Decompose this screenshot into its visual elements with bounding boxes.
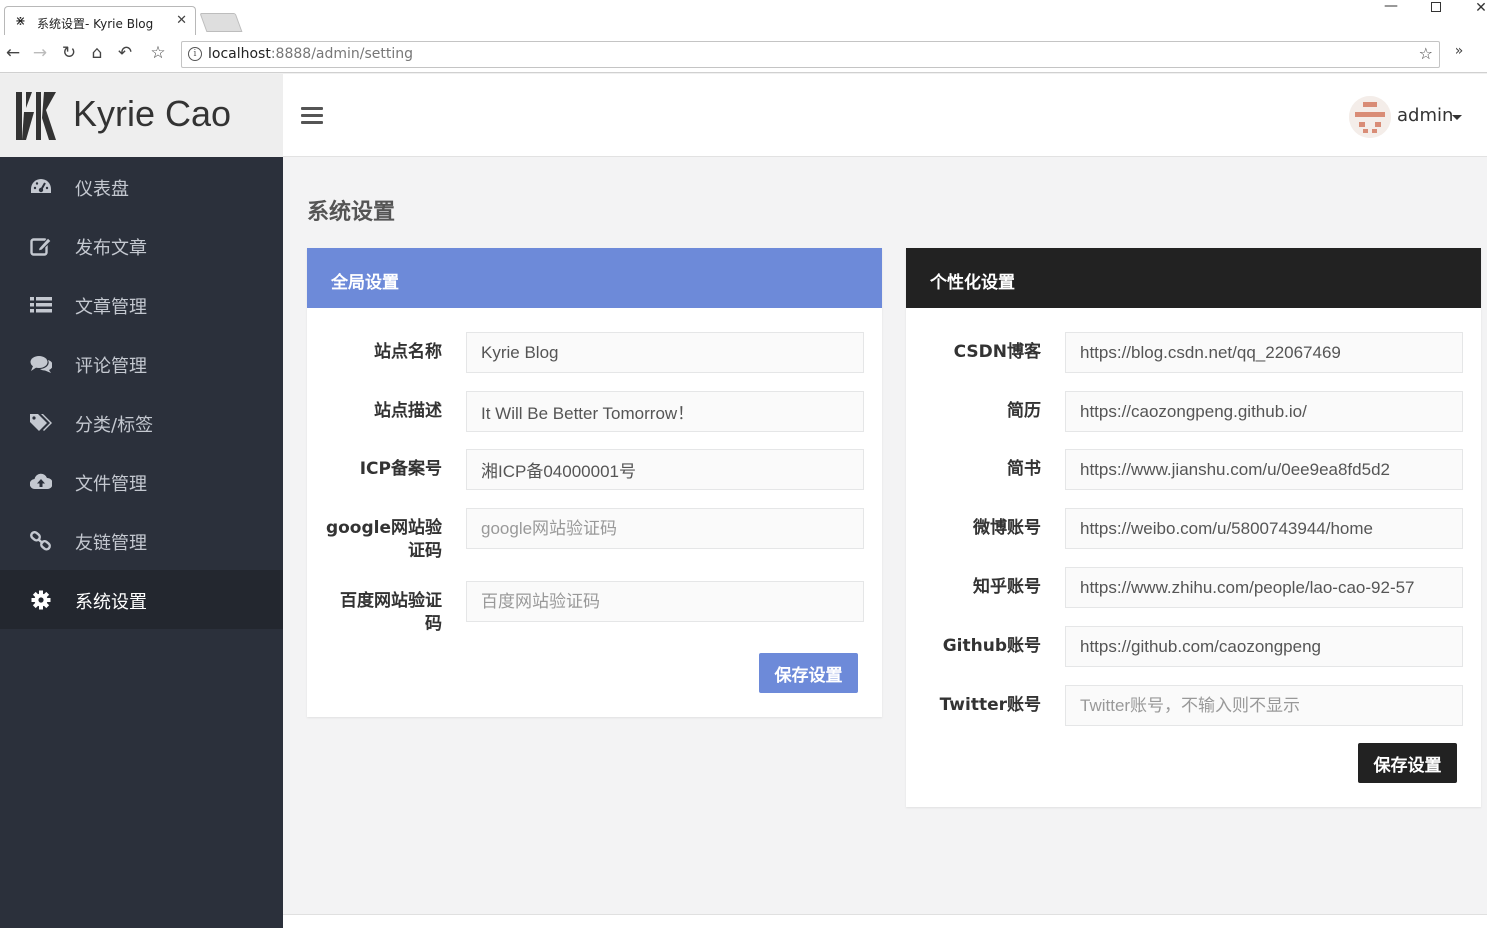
brand-name: Kyrie Cao	[73, 93, 232, 134]
bookmark-page-star-icon[interactable]: ☆	[1419, 44, 1433, 63]
main-content: admin 系统设置 全局设置 站点名称 站点描述 ICP备案号	[283, 74, 1487, 928]
forward-arrow-icon[interactable]: →	[28, 42, 52, 64]
resume-label: 简历	[1007, 401, 1041, 421]
google-verify-label-line2: 证码	[408, 541, 442, 561]
weibo-input[interactable]	[1065, 508, 1463, 549]
list-icon	[30, 297, 52, 313]
jianshu-input[interactable]	[1065, 449, 1463, 490]
site-name-input[interactable]	[466, 332, 864, 373]
tab-title: 系统设置- Kyrie Blog	[37, 17, 154, 31]
resume-input[interactable]	[1065, 391, 1463, 432]
brand[interactable]: Kyrie Cao	[0, 74, 283, 157]
sidebar-menu: 仪表盘 发布文章 文章管理 评论管理 分类/标签 文件管理 友链管理 系统设置	[0, 157, 283, 629]
admin-app: Kyrie Cao 仪表盘 发布文章 文章管理 评论管理 分类/标签 文件管理 …	[0, 74, 1487, 928]
page-title: 系统设置	[307, 200, 396, 225]
home-icon[interactable]: ⌂	[85, 42, 109, 64]
extensions-chevron-icon[interactable]: »	[1448, 43, 1470, 59]
top-navbar: admin	[283, 74, 1487, 157]
gear-icon	[31, 590, 51, 610]
save-personal-settings-button[interactable]: 保存设置	[1358, 743, 1457, 783]
tags-icon	[30, 414, 52, 431]
address-url[interactable]: localhost:8888/admin/setting	[208, 46, 413, 62]
window-maximize-button[interactable]	[1421, 0, 1451, 16]
baidu-verify-label: 百度网站验证 码	[340, 590, 442, 636]
avatar	[1349, 96, 1391, 138]
sidebar-item-label: 仪表盘	[75, 179, 129, 200]
sidebar-item-links[interactable]: 友链管理	[0, 511, 283, 570]
twitter-input[interactable]	[1065, 685, 1463, 726]
sidebar-item-label: 分类/标签	[75, 415, 154, 436]
sidebar-item-label: 评论管理	[75, 356, 147, 377]
github-label: Github账号	[942, 636, 1041, 656]
panel-title: 个性化设置	[930, 273, 1015, 293]
csdn-input[interactable]	[1065, 332, 1463, 373]
site-desc-input[interactable]	[466, 391, 864, 432]
edit-icon	[30, 237, 52, 256]
sidebar-item-label: 发布文章	[75, 238, 147, 259]
comments-icon	[30, 356, 52, 373]
browser-tab[interactable]: ⋇ 系统设置- Kyrie Blog ✕	[4, 6, 196, 36]
sidebar-item-label: 文章管理	[75, 297, 147, 318]
baidu-verify-label-line2: 码	[425, 614, 442, 634]
sidebar-item-dashboard[interactable]: 仪表盘	[0, 157, 283, 216]
bookmark-star-icon[interactable]: ☆	[146, 42, 170, 64]
site-desc-label: 站点描述	[374, 401, 442, 421]
save-global-settings-button[interactable]: 保存设置	[759, 653, 858, 693]
twitter-label: Twitter账号	[939, 695, 1041, 715]
tab-close-icon[interactable]: ✕	[176, 13, 187, 28]
icp-label: ICP备案号	[359, 459, 442, 479]
jianshu-label: 简书	[1007, 459, 1041, 479]
user-name: admin	[1397, 105, 1454, 126]
browser-toolbar: ← → ↻ ⌂ ↶ ☆ i localhost:8888/admin/setti…	[0, 35, 1487, 73]
sidebar-item-categories-tags[interactable]: 分类/标签	[0, 393, 283, 452]
csdn-label: CSDN博客	[953, 342, 1041, 362]
back-arrow-icon[interactable]: ←	[1, 42, 25, 64]
link-icon	[30, 531, 51, 551]
sidebar-item-label: 系统设置	[75, 592, 147, 613]
dashboard-icon	[31, 179, 51, 193]
window-close-button[interactable]: ✕	[1466, 0, 1487, 16]
sidebar-item-publish[interactable]: 发布文章	[0, 216, 283, 275]
zhihu-label: 知乎账号	[973, 577, 1041, 597]
sidebar-item-comments[interactable]: 评论管理	[0, 334, 283, 393]
site-info-icon[interactable]: i	[188, 47, 202, 61]
chevron-down-icon	[1452, 115, 1462, 120]
panel-header: 全局设置	[307, 248, 882, 308]
zhihu-input[interactable]	[1065, 567, 1463, 608]
baidu-verify-input[interactable]	[466, 581, 864, 622]
global-settings-panel: 全局设置 站点名称 站点描述 ICP备案号 google网站验 证码	[307, 248, 882, 717]
site-favicon-icon: ⋇	[15, 14, 26, 29]
sidebar: Kyrie Cao 仪表盘 发布文章 文章管理 评论管理 分类/标签 文件管理 …	[0, 74, 283, 928]
weibo-label: 微博账号	[973, 518, 1041, 538]
footer	[283, 915, 1487, 928]
reload-icon[interactable]: ↻	[57, 42, 81, 64]
personal-settings-panel: 个性化设置 CSDN博客 简历 简书 微博账号 知乎账号	[906, 248, 1481, 807]
avatar-pattern-icon	[1349, 96, 1391, 138]
panel-title: 全局设置	[331, 273, 399, 293]
cloud-upload-icon	[30, 473, 52, 490]
browser-tab-strip: ⋇ 系统设置- Kyrie Blog ✕ — ✕	[0, 0, 1487, 36]
sidebar-item-files[interactable]: 文件管理	[0, 452, 283, 511]
site-name-label: 站点名称	[374, 342, 442, 362]
address-bar[interactable]: i localhost:8888/admin/setting ☆	[181, 41, 1440, 68]
icp-input[interactable]	[466, 449, 864, 490]
sidebar-toggle-icon[interactable]	[301, 107, 323, 125]
baidu-verify-label-line1: 百度网站验证	[340, 591, 442, 611]
user-menu[interactable]: admin	[1349, 96, 1469, 138]
new-tab-button[interactable]	[199, 13, 243, 32]
window-minimize-button[interactable]: —	[1376, 0, 1406, 14]
google-verify-label: google网站验 证码	[326, 517, 442, 563]
google-verify-label-line1: google网站验	[325, 518, 442, 538]
panel-header: 个性化设置	[906, 248, 1481, 308]
sidebar-item-label: 文件管理	[75, 474, 147, 495]
sidebar-item-settings[interactable]: 系统设置	[0, 570, 283, 629]
undo-icon[interactable]: ↶	[113, 42, 137, 64]
sidebar-item-label: 友链管理	[75, 533, 147, 554]
brand-logo-icon	[16, 92, 56, 140]
google-verify-input[interactable]	[466, 508, 864, 549]
github-input[interactable]	[1065, 626, 1463, 667]
sidebar-item-articles[interactable]: 文章管理	[0, 275, 283, 334]
